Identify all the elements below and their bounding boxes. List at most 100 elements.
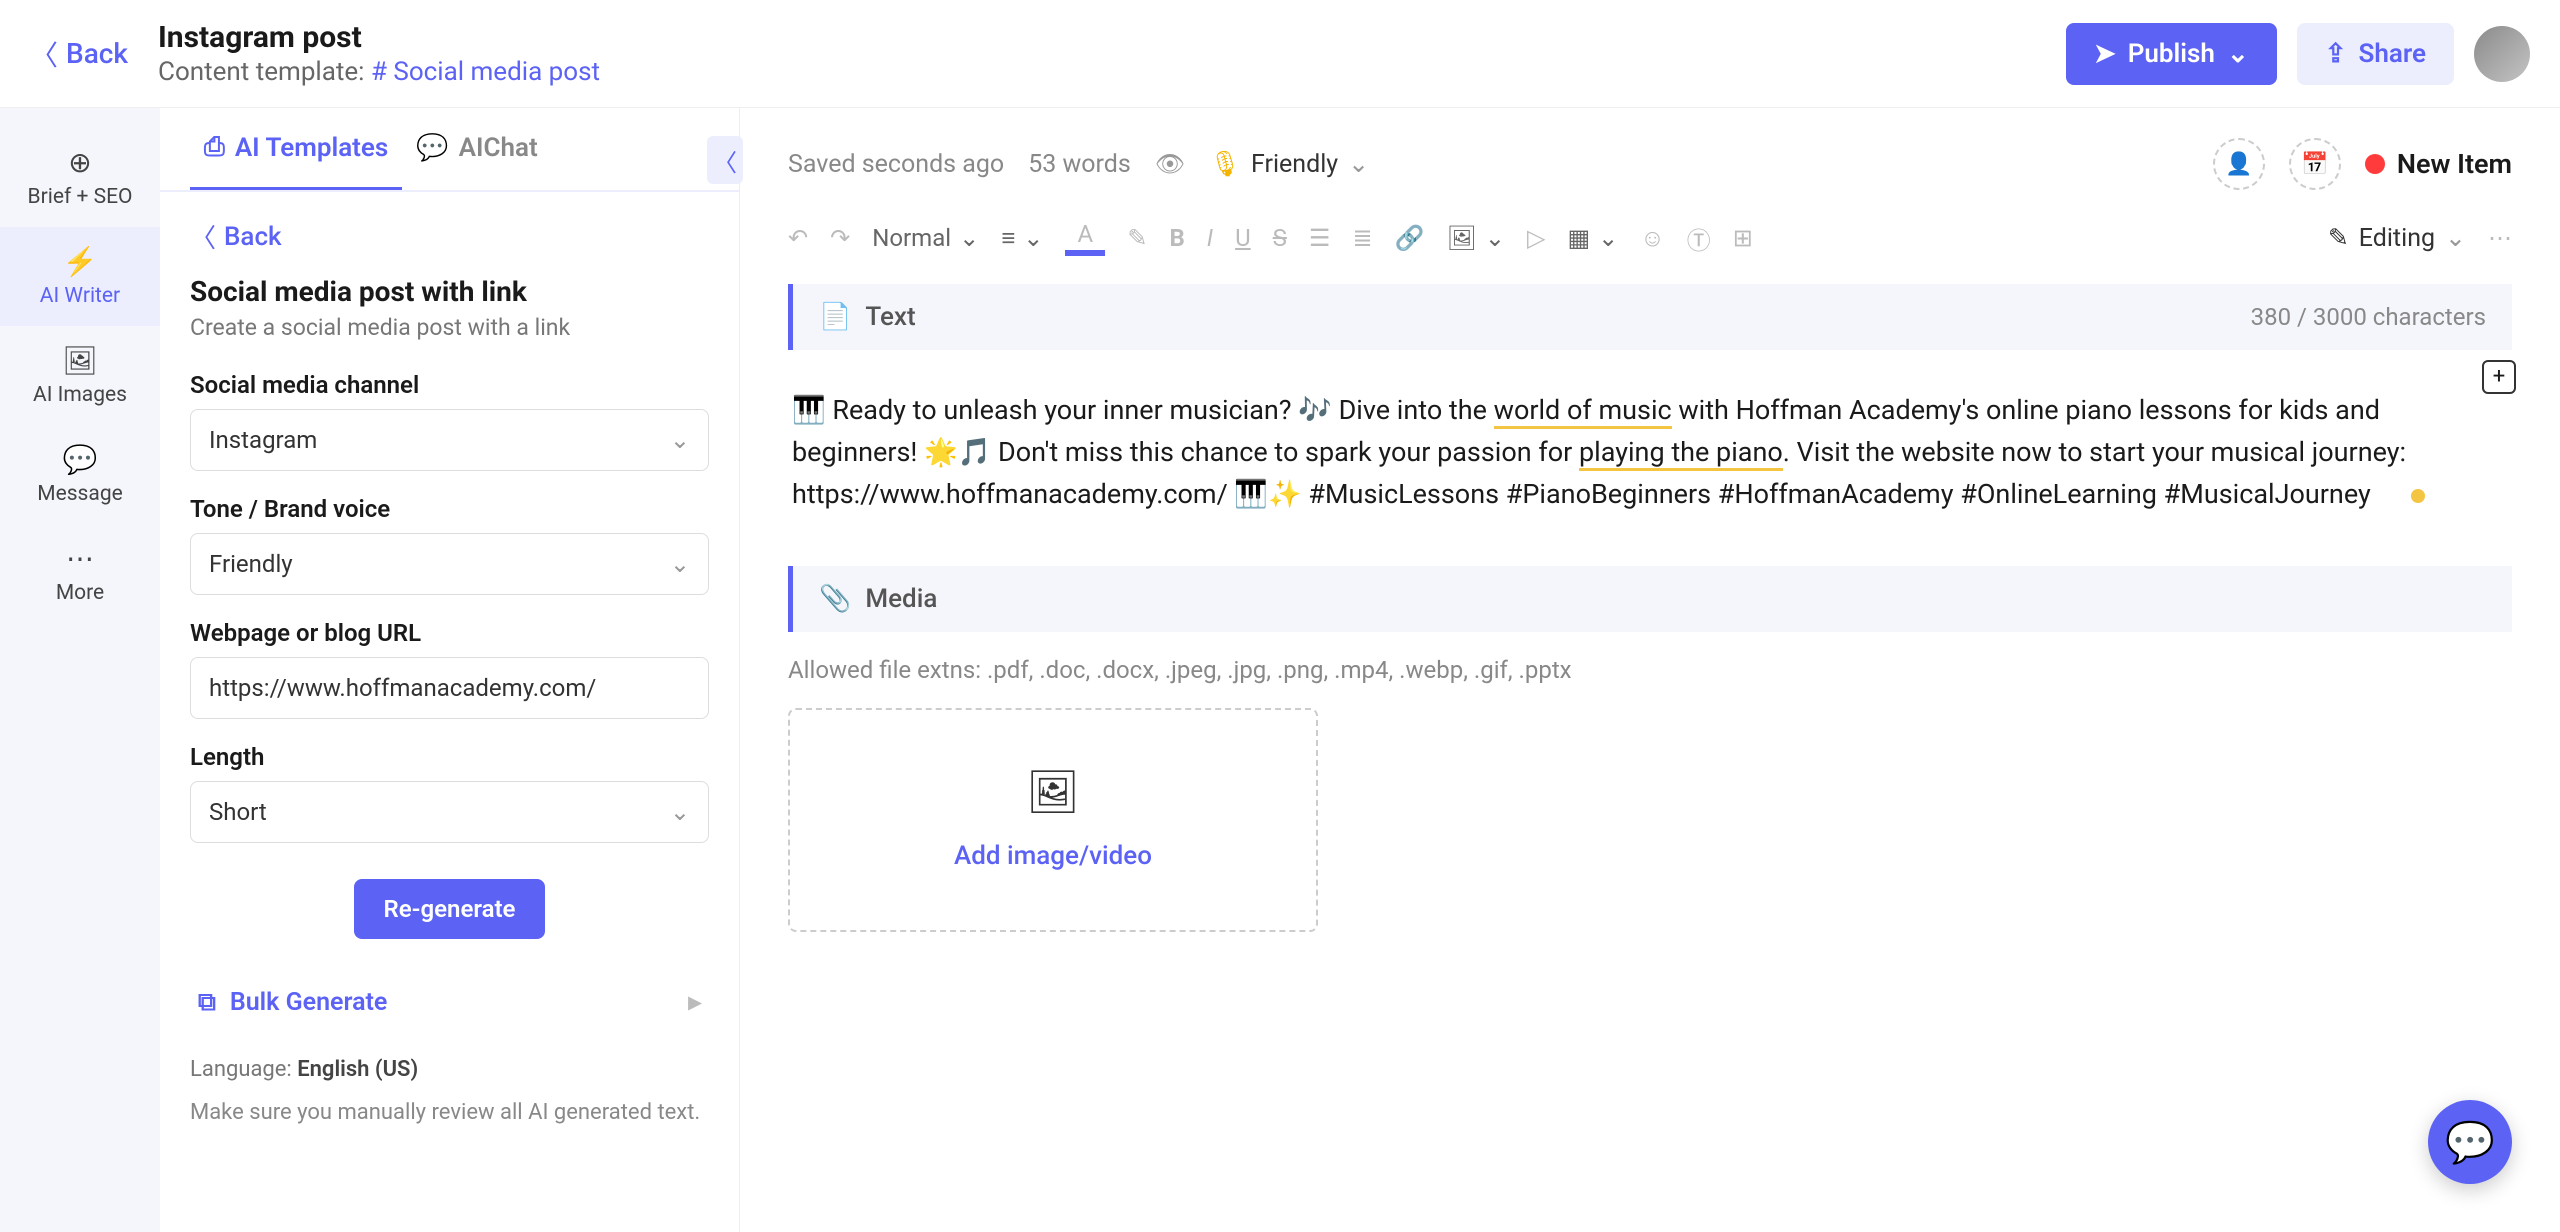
chevron-down-icon: ⌄ — [959, 224, 979, 252]
attachment-icon: 📎 — [819, 584, 851, 614]
channel-select[interactable]: Instagram ⌄ — [190, 409, 709, 471]
bold-button[interactable]: B — [1169, 224, 1184, 252]
channel-value: Instagram — [209, 426, 317, 454]
nav-label: AI Images — [33, 383, 127, 407]
upload-icon: ⇪ — [2325, 39, 2347, 69]
table-icon: ▦ — [1567, 224, 1590, 252]
length-select[interactable]: Short ⌄ — [190, 781, 709, 843]
status-dot-icon — [2365, 154, 2385, 174]
tone-select[interactable]: Friendly ⌄ — [190, 533, 709, 595]
chevron-left-icon: 〈 — [190, 218, 216, 255]
nav-ai-images[interactable]: 🖼 AI Images — [0, 326, 160, 425]
content-highlight: world of music — [1494, 394, 1672, 429]
ul-button[interactable]: ☰ — [1309, 224, 1331, 252]
undo-button[interactable]: ↶ — [788, 224, 808, 252]
chevron-down-icon: ⌄ — [670, 426, 690, 454]
redo-button[interactable]: ↷ — [830, 224, 850, 252]
share-label: Share — [2359, 39, 2426, 69]
add-block-button[interactable]: + — [2482, 360, 2516, 394]
add-user-button[interactable]: 👤 — [2213, 138, 2265, 190]
new-item-button[interactable]: New Item — [2365, 148, 2512, 180]
chevron-left-icon: 〈 — [713, 143, 737, 178]
plus-icon: + — [2493, 360, 2505, 394]
strike-button[interactable]: S — [1273, 224, 1287, 252]
align-select[interactable]: ≡⌄ — [1001, 224, 1043, 253]
tone-indicator[interactable]: 🎙 Friendly ⌄ — [1209, 149, 1369, 179]
table-button[interactable]: ▦⌄ — [1567, 224, 1618, 252]
style-value: Normal — [872, 224, 951, 252]
italic-button[interactable]: I — [1207, 224, 1213, 252]
url-input[interactable]: https://www.hoffmanacademy.com/ — [190, 657, 709, 719]
media-dropzone[interactable]: 🖼 Add image/video — [788, 708, 1318, 932]
style-select[interactable]: Normal ⌄ — [872, 224, 979, 252]
channel-label: Social media channel — [190, 371, 709, 399]
content-part: 🎹 Ready to unleash your inner musician? … — [792, 394, 1494, 426]
language-line: Language: English (US) — [190, 1057, 709, 1082]
content-text[interactable]: + 🎹 Ready to unleash your inner musician… — [788, 350, 2512, 556]
editor-area: Saved seconds ago 53 words 👁 🎙 Friendly … — [740, 108, 2560, 1232]
collapse-panel-button[interactable]: 〈 — [707, 136, 743, 184]
nav-message[interactable]: 💬 Message — [0, 425, 160, 524]
word-count: 53 words — [1028, 150, 1131, 179]
more-button[interactable]: ⋯ — [2488, 224, 2512, 252]
nav-brief-seo[interactable]: ⊕ Brief + SEO — [0, 128, 160, 227]
template-link[interactable]: # Social media post — [371, 57, 600, 87]
publish-button[interactable]: ➤ Publish ⌄ — [2066, 23, 2277, 85]
panel-subtitle: Create a social media post with a link — [190, 314, 709, 341]
font-a-icon: A — [1078, 220, 1094, 248]
chat-fab-button[interactable]: 💬 — [2428, 1100, 2512, 1184]
clear-format-button[interactable]: Ⓣ — [1687, 221, 1711, 256]
font-color-button[interactable]: A — [1065, 220, 1105, 256]
section-title-text: Media — [865, 584, 937, 614]
comment-button[interactable]: ⊞ — [1733, 224, 1753, 252]
emoji-button[interactable]: ☺ — [1640, 224, 1665, 253]
chat-bubbles-icon: 💬 — [416, 133, 448, 163]
back-label: Back — [66, 37, 128, 70]
nav-more[interactable]: ⋯ More — [0, 524, 160, 623]
highlight-button[interactable]: ✎ — [1127, 224, 1147, 252]
underline-button[interactable]: U — [1235, 224, 1251, 252]
panel-tabs: ⎙ AI Templates 💬 AIChat — [160, 108, 739, 192]
chevron-left-icon: 〈 — [30, 34, 58, 74]
bulk-generate-button[interactable]: ⧉ Bulk Generate ▸ — [190, 977, 709, 1027]
language-value[interactable]: English (US) — [297, 1057, 418, 1082]
editor-toolbar: ↶ ↷ Normal ⌄ ≡⌄ A ✎ B I U S ☰ ≣ 🔗 🖼⌄ ▷ ▦… — [788, 220, 2512, 274]
panel-back-button[interactable]: 〈 Back — [190, 218, 709, 255]
link-button[interactable]: 🔗 — [1395, 224, 1425, 252]
mic-icon: 🎙 — [1209, 150, 1241, 179]
avatar[interactable] — [2474, 26, 2530, 82]
ol-button[interactable]: ≣ — [1352, 224, 1372, 252]
media-section-header: 📎 Media — [788, 566, 2512, 632]
align-icon: ≡ — [1001, 224, 1015, 253]
editing-label: Editing — [2359, 224, 2435, 253]
char-count: 380 / 3000 characters — [2251, 303, 2486, 331]
target-icon: ⊕ — [68, 146, 91, 179]
tab-ai-templates[interactable]: ⎙ AI Templates — [190, 108, 402, 190]
editing-mode-button[interactable]: ✎ Editing ⌄ — [2328, 223, 2466, 253]
user-plus-icon: 👤 — [2225, 152, 2252, 177]
bolt-icon: ⚡ — [63, 245, 98, 278]
eye-icon[interactable]: 👁 — [1155, 150, 1185, 178]
image-insert-button[interactable]: 🖼⌄ — [1446, 224, 1505, 252]
share-button[interactable]: ⇪ Share — [2297, 23, 2454, 85]
sidebar-panel: ⎙ AI Templates 💬 AIChat 〈 〈 Back Social … — [160, 108, 740, 1232]
regenerate-button[interactable]: Re-generate — [354, 879, 546, 939]
more-icon: ⋯ — [66, 542, 94, 575]
template-line: Content template: # Social media post — [158, 57, 2066, 87]
bulk-label: Bulk Generate — [230, 988, 388, 1017]
schedule-button[interactable]: 📅 — [2289, 138, 2341, 190]
chevron-down-icon: ⌄ — [2227, 39, 2249, 69]
annotation-dot-icon[interactable] — [2411, 489, 2425, 503]
new-item-label: New Item — [2397, 148, 2512, 180]
tone-label: Tone / Brand voice — [190, 495, 709, 523]
back-button[interactable]: 〈 Back — [30, 34, 128, 74]
nav-ai-writer[interactable]: ⚡ AI Writer — [0, 227, 160, 326]
tab-label: AI Templates — [235, 133, 388, 163]
language-label: Language: — [190, 1057, 292, 1082]
editor-topbar: Saved seconds ago 53 words 👁 🎙 Friendly … — [788, 138, 2512, 190]
video-button[interactable]: ▷ — [1527, 224, 1545, 252]
content-highlight: playing the piano — [1579, 436, 1783, 471]
tab-aichat[interactable]: 💬 AIChat — [402, 108, 551, 190]
panel-title: Social media post with link — [190, 275, 709, 308]
tone-value: Friendly — [209, 550, 293, 578]
